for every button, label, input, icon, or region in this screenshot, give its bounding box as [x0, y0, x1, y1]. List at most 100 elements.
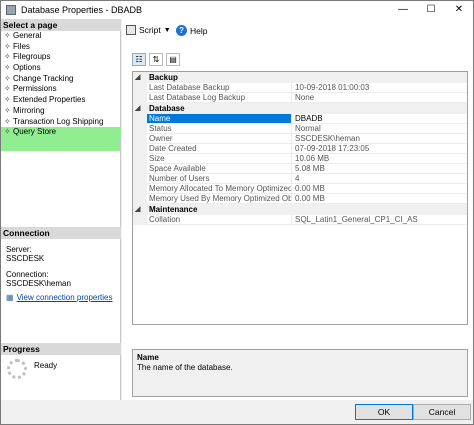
view-connection-properties[interactable]: ▦ View connection properties — [6, 293, 112, 302]
page-item-label: Extended Properties — [13, 95, 86, 105]
property-value: 4 — [291, 174, 467, 184]
page-item-filegroups[interactable]: ✧ Filegroups — [1, 52, 121, 63]
property-row-selected[interactable]: Name DBADB — [133, 114, 467, 124]
property-name: Name — [147, 114, 291, 124]
property-row[interactable]: Collation SQL_Latin1_General_CP1_CI_AS — [133, 215, 467, 225]
toolbar: Script ▼ ? Help — [122, 19, 473, 43]
minimize-button[interactable]: — — [389, 1, 417, 19]
alphabetical-sort-icon[interactable]: ⇅ — [149, 53, 163, 66]
script-icon — [126, 25, 136, 35]
help-button[interactable]: ? Help — [176, 25, 207, 36]
page-item-permissions[interactable]: ✧ Permissions — [1, 84, 121, 95]
collapse-icon[interactable]: ◢ — [135, 72, 140, 83]
connection-header: Connection — [1, 227, 121, 239]
left-pane: Select a page ✧ General ✧ Files ✧ Filegroup… — [1, 19, 121, 400]
chevron-down-icon[interactable]: ▼ — [164, 27, 171, 34]
description-text: The name of the database. — [137, 363, 233, 372]
wrench-icon: ✧ — [4, 84, 11, 94]
property-value: 10-09-2018 01:00:03 — [291, 83, 467, 93]
collapse-icon[interactable]: ◢ — [135, 103, 140, 114]
cancel-button[interactable]: Cancel — [413, 404, 471, 420]
page-item-label: Filegroups — [13, 52, 51, 62]
page-item-files[interactable]: ✧ Files — [1, 42, 121, 53]
wrench-icon: ✧ — [4, 31, 11, 40]
property-row[interactable]: Memory Allocated To Memory Optimized Obj… — [133, 184, 467, 194]
property-description-panel: Name The name of the database. — [132, 349, 468, 397]
property-name: Memory Allocated To Memory Optimized Obj… — [147, 184, 291, 194]
page-item-general[interactable]: ✧ General — [1, 31, 121, 42]
wrench-icon: ✧ — [4, 105, 11, 115]
collapse-icon[interactable]: ◢ — [135, 204, 140, 215]
close-button[interactable]: ✕ — [445, 1, 473, 19]
property-row[interactable]: Owner SSCDESK\heman — [133, 134, 467, 144]
property-value: 0.00 MB — [291, 194, 467, 204]
categorized-icon[interactable]: ☷ — [132, 53, 146, 66]
category-database[interactable]: ◢ Database — [133, 103, 467, 114]
property-name: Owner — [147, 134, 291, 144]
view-connection-properties-link[interactable]: View connection properties — [17, 293, 113, 302]
connection-properties-icon: ▦ — [6, 293, 14, 302]
property-row[interactable]: Date Created 07-09-2018 17:23:05 — [133, 144, 467, 154]
property-grid[interactable]: ◢ Backup Last Database Backup 10-09-2018… — [132, 71, 468, 325]
page-item-transaction-log-shipping[interactable]: ✧ Transaction Log Shipping — [1, 117, 121, 128]
wrench-icon: ✧ — [4, 73, 11, 83]
property-row[interactable]: Size 10.06 MB — [133, 154, 467, 164]
right-pane: Script ▼ ? Help ☷ ⇅ ▤ ◢ Backup Last Data… — [122, 19, 473, 400]
progress-spinner-icon — [7, 359, 27, 379]
description-title: Name — [137, 353, 159, 362]
property-name: Size — [147, 154, 291, 164]
dialog-button-bar: OK Cancel — [1, 400, 473, 424]
wrench-icon: ✧ — [4, 41, 11, 51]
category-backup[interactable]: ◢ Backup — [133, 72, 467, 83]
property-row[interactable]: Last Database Log Backup None — [133, 93, 467, 103]
server-value: SSCDESK — [6, 254, 45, 263]
property-value: SQL_Latin1_General_CP1_CI_AS — [291, 215, 467, 225]
property-value: 07-09-2018 17:23:05 — [291, 144, 467, 154]
wrench-icon: ✧ — [4, 116, 11, 126]
property-value: DBADB — [291, 114, 467, 124]
property-value: 5.08 MB — [291, 164, 467, 174]
property-pages-icon[interactable]: ▤ — [166, 53, 180, 66]
property-value: SSCDESK\heman — [291, 134, 467, 144]
property-row[interactable]: Status Normal — [133, 124, 467, 134]
page-item-mirroring[interactable]: ✧ Mirroring — [1, 106, 121, 117]
property-name: Last Database Backup — [147, 83, 291, 93]
progress-status: Ready — [34, 361, 58, 370]
property-row[interactable]: Space Available 5.08 MB — [133, 164, 467, 174]
wrench-icon: ✧ — [4, 52, 11, 62]
page-item-label: Mirroring — [13, 105, 45, 115]
property-name: Date Created — [147, 144, 291, 154]
database-properties-window: Database Properties - DBADB — ☐ ✕ Select… — [0, 0, 474, 425]
wrench-icon: ✧ — [4, 127, 11, 137]
property-grid-toolbar: ☷ ⇅ ▤ — [132, 53, 180, 67]
property-name: Memory Used By Memory Optimized Objects — [147, 194, 291, 204]
property-row[interactable]: Number of Users 4 — [133, 174, 467, 184]
page-item-query-store[interactable]: ✧ Query Store — [1, 127, 121, 138]
page-list: ✧ General ✧ Files ✧ Filegroups ✧ Options ✧ Ch… — [1, 31, 121, 138]
script-button[interactable]: Script ▼ — [126, 25, 171, 35]
title-bar: Database Properties - DBADB — ☐ ✕ — [1, 1, 473, 19]
help-icon: ? — [176, 25, 187, 36]
window-title: Database Properties - DBADB — [21, 5, 143, 15]
progress-header: Progress — [1, 343, 121, 355]
page-item-change-tracking[interactable]: ✧ Change Tracking — [1, 74, 121, 85]
ok-button[interactable]: OK — [355, 404, 413, 420]
category-maintenance[interactable]: ◢ Maintenance — [133, 204, 467, 215]
property-value: 10.06 MB — [291, 154, 467, 164]
page-item-options[interactable]: ✧ Options — [1, 63, 121, 74]
maximize-button[interactable]: ☐ — [417, 1, 445, 19]
help-label: Help — [190, 25, 208, 36]
connection-value: SSCDESK\heman — [6, 279, 71, 288]
page-item-extended-properties[interactable]: ✧ Extended Properties — [1, 95, 121, 106]
property-value: 0.00 MB — [291, 184, 467, 194]
wrench-icon: ✧ — [4, 63, 11, 73]
wrench-icon: ✧ — [4, 95, 11, 105]
property-row[interactable]: Memory Used By Memory Optimized Objects … — [133, 194, 467, 204]
page-item-label: Options — [13, 63, 41, 73]
property-name: Last Database Log Backup — [147, 93, 291, 103]
page-item-label: Change Tracking — [13, 73, 74, 83]
select-page-header: Select a page — [1, 19, 121, 31]
property-row[interactable]: Last Database Backup 10-09-2018 01:00:03 — [133, 83, 467, 93]
property-name: Collation — [147, 215, 291, 225]
category-label: Maintenance — [149, 205, 198, 214]
